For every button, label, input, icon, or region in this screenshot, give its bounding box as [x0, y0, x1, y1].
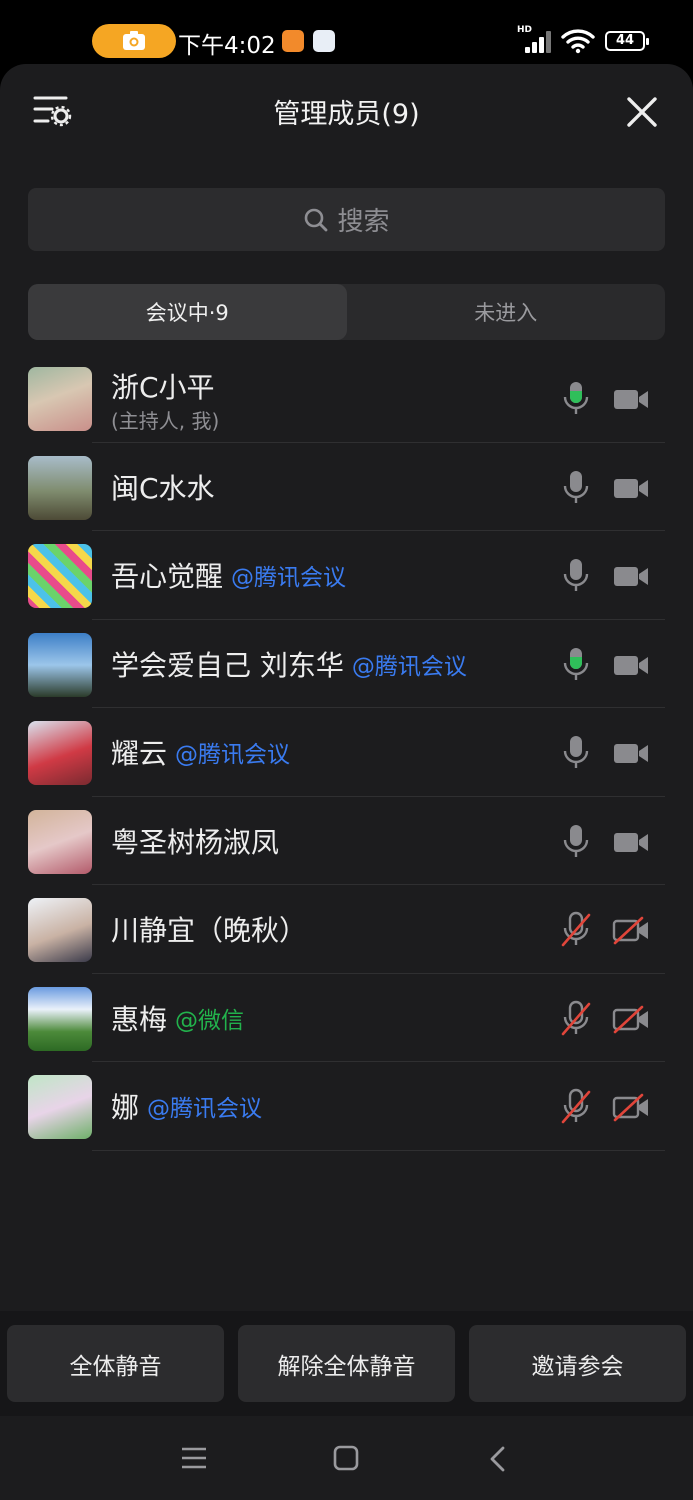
mic-icon[interactable] [561, 557, 591, 595]
participant-source-tag: @腾讯会议 [175, 742, 291, 768]
tab-in-meeting[interactable]: 会议中·9 [28, 284, 347, 340]
participant-row[interactable]: 娜 @腾讯会议 [0, 1062, 693, 1151]
camera-off-icon[interactable] [612, 1004, 650, 1034]
mic-icon[interactable] [561, 380, 591, 418]
tab-switcher: 会议中·9 未进入 [28, 284, 665, 340]
mic-muted-icon[interactable] [561, 911, 591, 949]
avatar [28, 544, 92, 608]
mute-all-button[interactable]: 全体静音 [7, 1325, 224, 1402]
participant-name: 耀云 [111, 737, 168, 770]
camera-off-icon[interactable] [612, 1092, 650, 1122]
participant-role: (主持人, 我) [111, 409, 220, 433]
participant-name-line: 川静宜（晚秋） [111, 885, 307, 973]
participant-row[interactable]: 浙C小平 (主持人, 我) [0, 354, 693, 443]
mic-icon[interactable] [561, 734, 591, 772]
participant-name: 学会爱自己 刘东华 [111, 648, 344, 682]
notification-app-icon [282, 30, 304, 52]
participant-name: 浙C小平 [111, 371, 215, 404]
participant-name-line: 吾心觉醒 @腾讯会议 [111, 531, 346, 619]
invite-button[interactable]: 邀请参会 [469, 1325, 686, 1402]
participant-name-line: 粤圣树杨淑凤 [111, 797, 279, 885]
mic-icon[interactable] [561, 646, 591, 684]
avatar [28, 898, 92, 962]
status-time: 下午4:02 [178, 33, 276, 59]
participant-name-line: 惠梅 @微信 [111, 974, 244, 1062]
video-camera-icon[interactable] [612, 738, 650, 768]
battery-icon: 44 [605, 31, 649, 51]
participant-name: 闽C水水 [111, 471, 215, 505]
unmute-all-button[interactable]: 解除全体静音 [238, 1325, 455, 1402]
avatar [28, 455, 92, 520]
participant-row[interactable]: 吾心觉醒 @腾讯会议 [0, 531, 693, 620]
video-camera-icon[interactable] [612, 650, 650, 680]
system-nav-bar [0, 1416, 693, 1500]
wifi-icon [561, 29, 595, 54]
participant-name-line: 娜 @腾讯会议 [111, 1062, 262, 1150]
close-icon [627, 97, 657, 127]
avatar [28, 721, 92, 785]
close-button[interactable] [624, 94, 660, 130]
avatar [28, 632, 92, 697]
mic-icon[interactable] [561, 469, 591, 507]
mic-icon[interactable] [561, 823, 591, 861]
avatar [28, 367, 92, 431]
search-input[interactable]: 搜索 [28, 188, 665, 251]
page-title: 管理成员(9) [273, 99, 420, 130]
participant-name-line: 闽C水水 [111, 443, 215, 531]
participant-name-line: 耀云 @腾讯会议 [111, 708, 290, 796]
home-nav-icon[interactable] [333, 1445, 359, 1471]
participant-name: 川静宜（晚秋） [111, 914, 308, 947]
participant-row[interactable]: 粤圣树杨淑凤 [0, 797, 693, 885]
participant-name: 娜 [111, 1091, 140, 1124]
avatar [28, 986, 92, 1051]
notification-chat-icon [313, 30, 335, 52]
participant-row[interactable]: 耀云 @腾讯会议 [0, 708, 693, 797]
participant-row[interactable]: 闽C水水 [0, 443, 693, 531]
status-indicators: HD 44 [517, 25, 649, 54]
participant-name: 惠梅 [111, 1002, 168, 1036]
participant-row[interactable]: 川静宜（晚秋） [0, 885, 693, 974]
participant-row[interactable]: 学会爱自己 刘东华 @腾讯会议 [0, 620, 693, 708]
search-icon [305, 208, 328, 231]
video-camera-icon[interactable] [612, 827, 650, 857]
signal-icon: HD [517, 25, 551, 53]
participant-source-tag: @腾讯会议 [351, 653, 467, 680]
search-placeholder: 搜索 [337, 207, 390, 237]
participant-row[interactable]: 惠梅 @微信 [0, 974, 693, 1062]
video-camera-icon[interactable] [612, 473, 650, 503]
mic-muted-icon[interactable] [561, 1000, 591, 1038]
participant-name-line: 学会爱自己 刘东华 @腾讯会议 [111, 620, 467, 708]
menu-nav-icon[interactable] [180, 1446, 208, 1470]
participant-source-tag: @腾讯会议 [147, 1096, 263, 1122]
participant-source-tag: @腾讯会议 [231, 565, 347, 591]
back-nav-icon[interactable] [488, 1445, 508, 1473]
row-divider [92, 1149, 665, 1151]
avatar [28, 809, 92, 874]
video-camera-icon[interactable] [612, 561, 650, 591]
participant-source-tag: @微信 [175, 1007, 245, 1034]
participant-list: 浙C小平 (主持人, 我) 闽C水水 吾心觉醒 @腾讯会议 学会爱自己 刘东华 @腾讯… [0, 354, 693, 1151]
avatar [28, 1075, 92, 1139]
mic-muted-icon[interactable] [561, 1088, 591, 1126]
camera-icon [123, 31, 145, 50]
network-type: HD [517, 25, 533, 35]
participant-name: 吾心觉醒 [111, 560, 224, 593]
participant-name: 粤圣树杨淑凤 [111, 825, 280, 859]
tab-not-joined[interactable]: 未进入 [347, 284, 666, 340]
video-camera-icon[interactable] [612, 384, 650, 414]
camera-off-icon[interactable] [612, 915, 650, 945]
screen-record-pill[interactable] [92, 24, 176, 58]
